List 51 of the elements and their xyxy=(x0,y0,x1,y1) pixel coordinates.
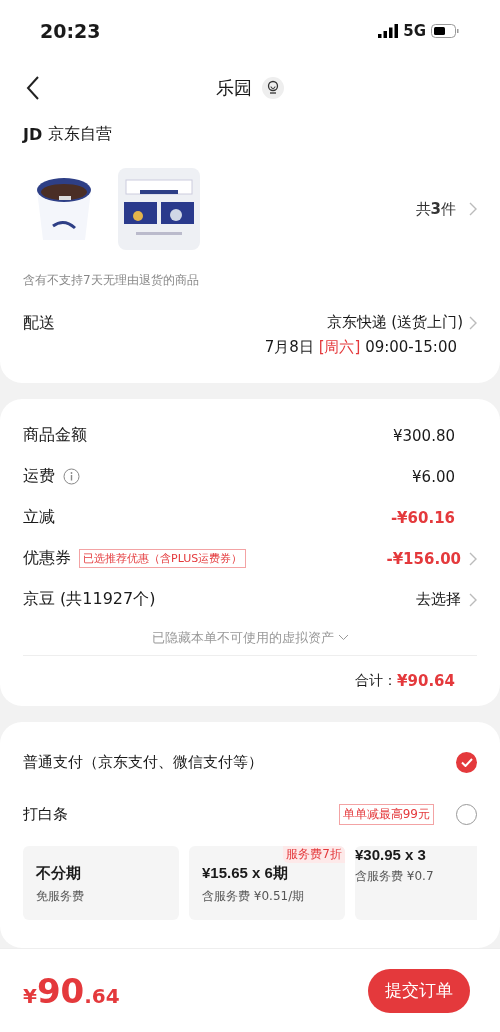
discount-badge: 服务费7折 xyxy=(283,846,345,863)
chevron-icon xyxy=(469,315,477,330)
summary-value: -¥60.16 xyxy=(390,508,455,527)
page-title: 乐园 xyxy=(216,76,252,100)
status-time: 20:23 xyxy=(40,20,101,42)
installment-fee: 免服务费 xyxy=(36,888,85,905)
installment-title: 不分期 xyxy=(36,864,82,883)
signal-icon xyxy=(378,24,399,38)
installment-option[interactable]: 服务费7折 ¥15.65 x 6期 含服务费 ¥0.51/期 xyxy=(189,846,345,920)
item-count[interactable]: 共3件 xyxy=(415,199,456,219)
summary-value: ¥300.80 xyxy=(392,426,455,445)
store-name: 京东自营 xyxy=(48,123,113,145)
summary-label: 京豆 (共11927个) xyxy=(23,589,156,610)
delivery-time: 7月8日 [周六] 09:00-15:00 xyxy=(264,338,457,357)
chevron-icon xyxy=(469,202,477,216)
chevron-icon xyxy=(469,592,477,607)
radio-button[interactable] xyxy=(456,803,477,825)
info-icon[interactable] xyxy=(63,468,80,485)
promo-tag: 单单减最高99元 xyxy=(338,803,434,825)
submit-button[interactable]: 提交订单 xyxy=(368,968,470,1013)
installment-title: ¥30.95 x 3 xyxy=(355,846,427,863)
return-note: 含有不支持7天无理由退货的商品 xyxy=(23,272,200,289)
installment-option[interactable]: ¥30.95 x 3 含服务费 ¥0.7 xyxy=(355,846,477,920)
order-price: ¥90.64 xyxy=(23,970,120,1011)
payment-option[interactable]: 打白条 xyxy=(23,804,68,824)
delivery-method[interactable]: 京东快递 (送货上门) xyxy=(326,313,463,332)
summary-value[interactable]: 去选择 xyxy=(416,590,461,609)
summary-label: 商品金额 xyxy=(23,425,87,446)
payment-option[interactable]: 普通支付（京东支付、微信支付等） xyxy=(23,752,263,772)
installment-fee: 含服务费 ¥0.51/期 xyxy=(202,888,306,905)
summary-label: 运费 xyxy=(23,466,55,487)
delivery-label: 配送 xyxy=(23,313,55,334)
summary-value[interactable]: -¥156.00 xyxy=(386,549,461,568)
radio-button[interactable] xyxy=(456,751,477,773)
installment-title: ¥15.65 x 6期 xyxy=(202,864,289,883)
network-label: 5G xyxy=(403,22,426,40)
installment-fee: 含服务费 ¥0.7 xyxy=(355,868,435,885)
check-icon xyxy=(460,757,473,767)
installment-option[interactable]: 不分期 免服务费 xyxy=(23,846,179,920)
back-icon[interactable] xyxy=(26,76,40,100)
chevron-icon xyxy=(469,551,477,566)
caret-icon[interactable] xyxy=(337,634,349,641)
summary-label: 优惠券 xyxy=(23,548,71,569)
coupon-tag: 已选推荐优惠（含PLUS运费券） xyxy=(79,549,247,568)
summary-label: 立减 xyxy=(23,507,55,528)
location-icon[interactable] xyxy=(262,77,284,99)
battery-icon xyxy=(431,24,459,38)
total-value: ¥90.64 xyxy=(397,672,455,690)
store-logo: JD xyxy=(23,124,43,144)
total-label: 合计： xyxy=(355,672,398,690)
summary-value: ¥6.00 xyxy=(412,467,455,486)
